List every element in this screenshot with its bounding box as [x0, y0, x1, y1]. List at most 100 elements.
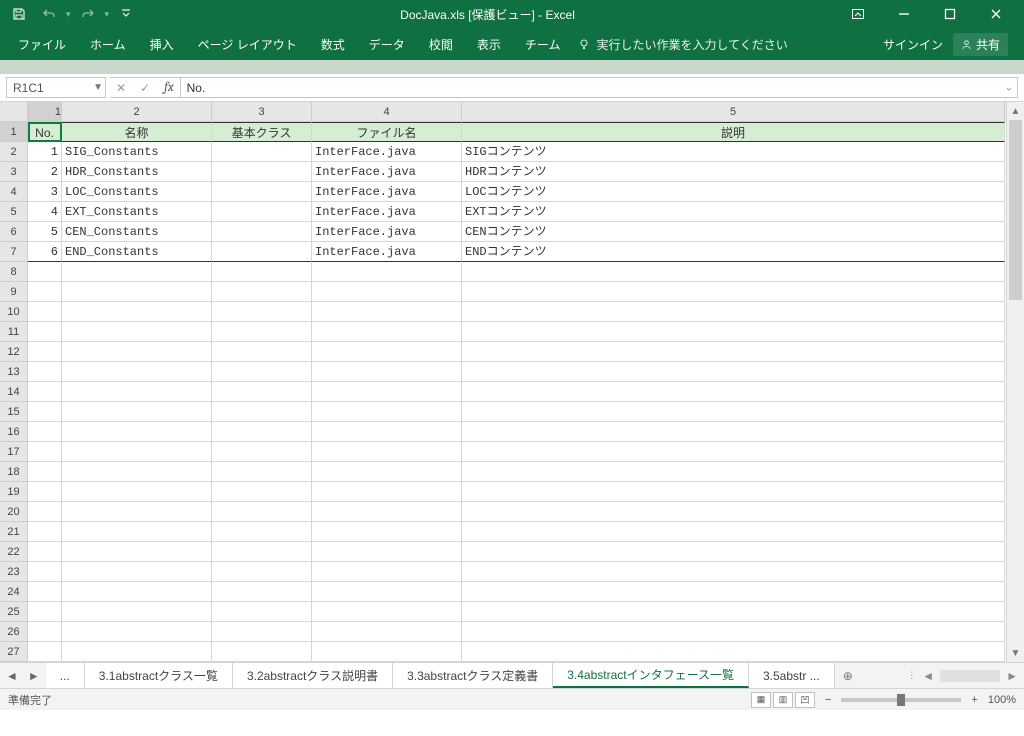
- cell[interactable]: [62, 522, 212, 542]
- zoom-out-icon[interactable]: −: [825, 694, 831, 706]
- cell[interactable]: [212, 162, 312, 182]
- cell[interactable]: [28, 282, 62, 302]
- cell[interactable]: [212, 282, 312, 302]
- share-button[interactable]: 共有: [953, 33, 1008, 56]
- tab-page-layout[interactable]: ページ レイアウト: [186, 28, 309, 60]
- cells-grid[interactable]: No.名称基本クラスファイル名説明1SIG_ConstantsInterFace…: [28, 122, 1006, 662]
- cell[interactable]: LOC_Constants: [62, 182, 212, 202]
- cell[interactable]: [212, 582, 312, 602]
- row-header[interactable]: 18: [0, 462, 28, 482]
- cell[interactable]: No.: [28, 122, 62, 142]
- cell[interactable]: InterFace.java: [312, 162, 462, 182]
- close-icon[interactable]: [974, 0, 1018, 28]
- row-header[interactable]: 9: [0, 282, 28, 302]
- cell[interactable]: CEN_Constants: [62, 222, 212, 242]
- sheet-tab[interactable]: 3.1abstractクラス一覧: [85, 663, 233, 688]
- cell[interactable]: InterFace.java: [312, 222, 462, 242]
- row-header[interactable]: 10: [0, 302, 28, 322]
- cell[interactable]: [212, 262, 312, 282]
- cell[interactable]: [212, 242, 312, 262]
- signin-link[interactable]: サインイン: [883, 36, 943, 53]
- tab-review[interactable]: 校閲: [417, 28, 465, 60]
- cell[interactable]: [462, 342, 1005, 362]
- redo-icon[interactable]: [75, 2, 101, 26]
- cell[interactable]: InterFace.java: [312, 242, 462, 262]
- cell[interactable]: [312, 422, 462, 442]
- cell[interactable]: [28, 262, 62, 282]
- cell[interactable]: [28, 342, 62, 362]
- view-page-layout-icon[interactable]: ▥: [773, 692, 793, 708]
- cell[interactable]: [62, 382, 212, 402]
- tab-team[interactable]: チーム: [513, 28, 573, 60]
- cell[interactable]: 5: [28, 222, 62, 242]
- cell[interactable]: END_Constants: [62, 242, 212, 262]
- cell[interactable]: [312, 642, 462, 662]
- cell[interactable]: [212, 642, 312, 662]
- cell[interactable]: [212, 402, 312, 422]
- horizontal-scrollbar[interactable]: ⋮ ◄ ►: [901, 663, 1024, 688]
- cell[interactable]: [462, 262, 1005, 282]
- cell[interactable]: [212, 522, 312, 542]
- sheet-tab[interactable]: ...: [46, 663, 85, 688]
- tab-file[interactable]: ファイル: [6, 28, 78, 60]
- minimize-icon[interactable]: [882, 0, 926, 28]
- cell[interactable]: [212, 422, 312, 442]
- cell[interactable]: [28, 462, 62, 482]
- row-header[interactable]: 3: [0, 162, 28, 182]
- cell[interactable]: [312, 582, 462, 602]
- sheet-tab[interactable]: 3.4abstractインタフェース一覧: [553, 663, 749, 688]
- row-header[interactable]: 14: [0, 382, 28, 402]
- cell[interactable]: 3: [28, 182, 62, 202]
- cell[interactable]: 説明: [462, 122, 1005, 142]
- cell[interactable]: LOCコンテンツ: [462, 182, 1005, 202]
- cell[interactable]: [28, 362, 62, 382]
- cell[interactable]: [462, 582, 1005, 602]
- cell[interactable]: [312, 562, 462, 582]
- zoom-level[interactable]: 100%: [988, 694, 1016, 706]
- cell[interactable]: [462, 642, 1005, 662]
- undo-icon[interactable]: [36, 2, 62, 26]
- row-header[interactable]: 22: [0, 542, 28, 562]
- enter-icon[interactable]: ✓: [140, 81, 150, 95]
- row-header[interactable]: 12: [0, 342, 28, 362]
- tab-view[interactable]: 表示: [465, 28, 513, 60]
- tab-formulas[interactable]: 数式: [309, 28, 357, 60]
- cell[interactable]: InterFace.java: [312, 202, 462, 222]
- undo-dropdown-icon[interactable]: ▾: [66, 9, 71, 20]
- expand-icon[interactable]: ⌄: [1005, 82, 1013, 93]
- name-box[interactable]: R1C1▼: [6, 77, 106, 98]
- hscroll-track[interactable]: [940, 670, 1000, 682]
- tell-me[interactable]: 実行したい作業を入力してください: [572, 36, 787, 53]
- cell[interactable]: HDRコンテンツ: [462, 162, 1005, 182]
- fx-icon[interactable]: fx: [164, 80, 174, 95]
- cell[interactable]: [312, 602, 462, 622]
- sheet-tab[interactable]: 3.5abstr ...: [749, 663, 835, 688]
- cell[interactable]: [62, 422, 212, 442]
- cell[interactable]: [28, 402, 62, 422]
- zoom-in-icon[interactable]: +: [971, 694, 977, 706]
- cell[interactable]: [28, 482, 62, 502]
- row-header[interactable]: 20: [0, 502, 28, 522]
- cell[interactable]: [28, 562, 62, 582]
- row-header[interactable]: 24: [0, 582, 28, 602]
- cell[interactable]: [28, 502, 62, 522]
- cell[interactable]: [28, 522, 62, 542]
- cell[interactable]: [62, 362, 212, 382]
- cell[interactable]: [62, 642, 212, 662]
- cell[interactable]: HDR_Constants: [62, 162, 212, 182]
- tab-insert[interactable]: 挿入: [138, 28, 186, 60]
- cell[interactable]: [28, 322, 62, 342]
- cell[interactable]: [62, 402, 212, 422]
- row-header[interactable]: 26: [0, 622, 28, 642]
- row-header[interactable]: 11: [0, 322, 28, 342]
- cell[interactable]: [312, 302, 462, 322]
- cell[interactable]: 4: [28, 202, 62, 222]
- cell[interactable]: [62, 622, 212, 642]
- cell[interactable]: [212, 602, 312, 622]
- cell[interactable]: 名称: [62, 122, 212, 142]
- cell[interactable]: [462, 602, 1005, 622]
- col-header[interactable]: 1: [28, 102, 62, 122]
- cell[interactable]: [312, 502, 462, 522]
- cell[interactable]: [62, 602, 212, 622]
- cell[interactable]: [62, 582, 212, 602]
